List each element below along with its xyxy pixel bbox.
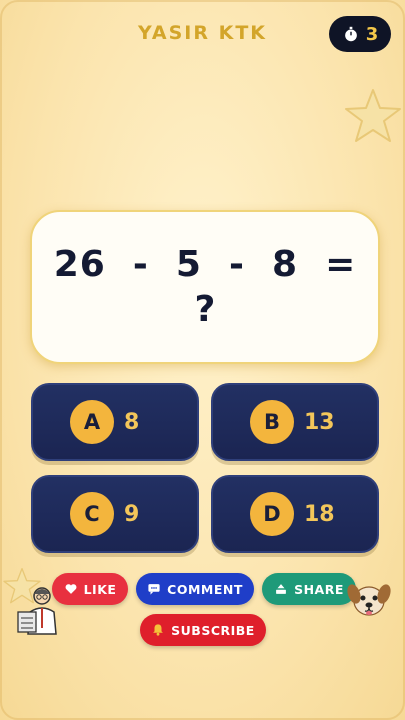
comment-button[interactable]: COMMENT bbox=[136, 573, 254, 605]
timer-badge: 3 bbox=[329, 16, 391, 52]
stopwatch-icon bbox=[342, 25, 360, 43]
dog-mascot-icon bbox=[347, 584, 391, 616]
option-a-button[interactable]: A 8 bbox=[31, 383, 199, 461]
option-value: 13 bbox=[304, 409, 335, 435]
share-icon bbox=[276, 584, 286, 594]
option-d-button[interactable]: D 18 bbox=[211, 475, 379, 553]
option-b-button[interactable]: B 13 bbox=[211, 383, 379, 461]
share-label: SHARE bbox=[294, 581, 344, 597]
option-letter: A bbox=[70, 400, 114, 444]
subscribe-button[interactable]: SUBSCRIBE bbox=[140, 614, 266, 646]
share-button[interactable]: SHARE bbox=[262, 573, 356, 605]
option-letter: C bbox=[70, 492, 114, 536]
teacher-mascot-icon bbox=[17, 587, 57, 635]
option-letter: D bbox=[250, 492, 294, 536]
timer-value: 3 bbox=[365, 23, 379, 45]
chat-icon bbox=[148, 584, 160, 595]
question-card: 26 - 5 - 8 = ? bbox=[30, 210, 380, 364]
option-letter: B bbox=[250, 400, 294, 444]
subscribe-label: SUBSCRIBE bbox=[171, 622, 255, 638]
question-equation: 26 - 5 - 8 = bbox=[53, 244, 357, 285]
option-c-button[interactable]: C 9 bbox=[31, 475, 199, 553]
question-unknown: ? bbox=[194, 289, 216, 330]
star-icon bbox=[345, 89, 401, 142]
bell-icon bbox=[153, 624, 164, 636]
option-value: 8 bbox=[124, 409, 140, 435]
comment-label: COMMENT bbox=[167, 581, 243, 597]
option-value: 18 bbox=[304, 501, 335, 527]
option-value: 9 bbox=[124, 501, 140, 527]
like-label: LIKE bbox=[83, 581, 117, 597]
